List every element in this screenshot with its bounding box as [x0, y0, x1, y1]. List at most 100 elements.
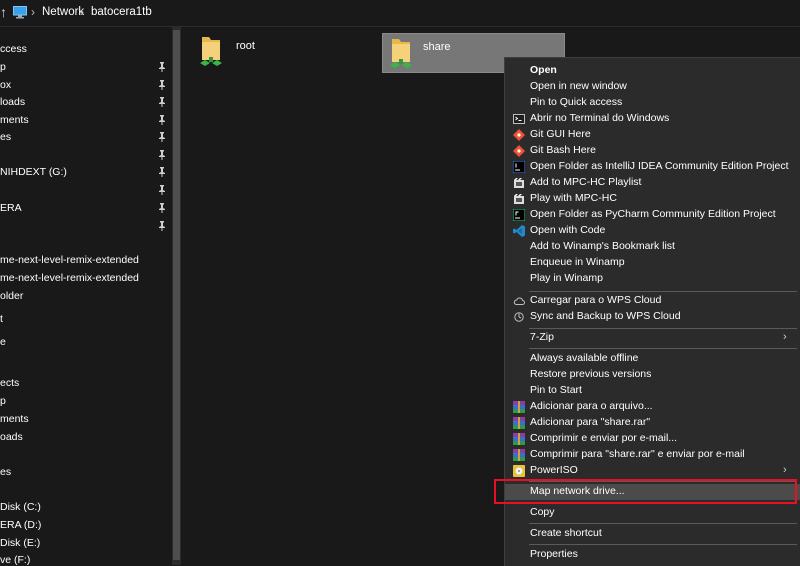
menu-item-copy[interactable]: Copy [505, 505, 800, 521]
mpc-hc-icon [514, 178, 524, 188]
pin-icon[interactable] [158, 62, 166, 72]
pin-icon[interactable] [158, 203, 166, 213]
menu-item-label: Enqueue in Winamp [530, 256, 625, 268]
nav-item-documents-2[interactable]: ments [0, 410, 29, 428]
nav-item-quick-access[interactable]: ccess [0, 40, 27, 58]
breadcrumb-network[interactable]: Network [42, 6, 84, 18]
git-icon [513, 145, 525, 157]
menu-item-rar-add[interactable]: Adicionar para o arquivo... [505, 399, 800, 415]
nav-item-folder[interactable]: older [0, 287, 23, 305]
menu-item-winamp-bookmark[interactable]: Add to Winamp's Bookmark list [505, 239, 800, 255]
menu-item-mpc-playlist[interactable]: Add to MPC-HC Playlist [505, 175, 800, 191]
menu-item-label: Add to MPC-HC Playlist [530, 176, 642, 188]
pin-icon[interactable] [158, 221, 166, 231]
chevron-right-icon[interactable]: › [80, 5, 84, 19]
menu-item-winamp-play[interactable]: Play in Winamp [505, 271, 800, 287]
nav-item-pictures-2[interactable]: es [0, 463, 11, 481]
nav-item-drive-f[interactable]: ve (F:) [0, 551, 30, 565]
annotation-highlight-box [494, 479, 797, 504]
nav-item-batocera[interactable]: ERA [0, 199, 22, 217]
menu-separator [529, 523, 797, 524]
poweriso-icon [513, 465, 525, 477]
menu-item-pin-start[interactable]: Pin to Start [505, 383, 800, 399]
nav-item-t[interactable]: t [0, 310, 3, 328]
menu-item-label: PowerISO [530, 464, 578, 476]
terminal-icon [513, 114, 525, 124]
menu-item-label: Git GUI Here [530, 128, 591, 140]
menu-item-label: Carregar para o WPS Cloud [530, 294, 662, 306]
network-folder-icon [390, 39, 412, 68]
menu-separator [529, 348, 797, 349]
menu-item-restore-versions[interactable]: Restore previous versions [505, 367, 800, 383]
winrar-icon [513, 401, 525, 413]
menu-item-poweriso[interactable]: PowerISO › [505, 463, 800, 479]
menu-item-rar-add-share[interactable]: Adicionar para "share.rar" [505, 415, 800, 431]
nav-item-documents[interactable]: ments [0, 111, 29, 129]
intellij-icon [513, 161, 525, 173]
menu-item-wps-upload[interactable]: Carregar para o WPS Cloud [505, 293, 800, 309]
nav-item-desktop-2[interactable]: p [0, 392, 6, 410]
menu-item-play-mpc[interactable]: Play with MPC-HC [505, 191, 800, 207]
menu-item-rar-email[interactable]: Comprimir e enviar por e-mail... [505, 431, 800, 447]
menu-item-open-with-code[interactable]: Open with Code [505, 223, 800, 239]
menu-item-winamp-enqueue[interactable]: Enqueue in Winamp [505, 255, 800, 271]
menu-item-terminal[interactable]: Abrir no Terminal do Windows [505, 111, 800, 127]
pin-icon[interactable] [158, 80, 166, 90]
menu-item-label: Comprimir e enviar por e-mail... [530, 432, 678, 444]
pin-icon[interactable] [158, 115, 166, 125]
menu-item-rar-share-email[interactable]: Comprimir para "share.rar" e enviar por … [505, 447, 800, 463]
menu-item-available-offline[interactable]: Always available offline [505, 351, 800, 367]
pin-icon[interactable] [158, 167, 166, 177]
menu-item-git-gui[interactable]: Git GUI Here [505, 127, 800, 143]
pin-icon[interactable] [158, 150, 166, 160]
menu-item-properties[interactable]: Properties [505, 547, 800, 563]
menu-item-label: Open in new window [530, 80, 627, 92]
folder-name: root [236, 40, 255, 52]
nav-item-dropbox[interactable]: ox [0, 76, 11, 94]
folder-tile-root[interactable]: root [196, 31, 346, 69]
menu-item-label: Add to Winamp's Bookmark list [530, 240, 675, 252]
nav-item-drive-g[interactable]: NIHDEXT (G:) [0, 163, 67, 181]
menu-item-wps-sync[interactable]: Sync and Backup to WPS Cloud [505, 309, 800, 325]
nav-item-3d-objects[interactable]: ects [0, 374, 19, 392]
nav-item-remix-1[interactable]: me-next-level-remix-extended [0, 251, 139, 269]
menu-item-label: Always available offline [530, 352, 639, 364]
folder-name: share [423, 41, 451, 53]
menu-separator [529, 328, 797, 329]
menu-item-git-bash[interactable]: Git Bash Here [505, 143, 800, 159]
pycharm-icon [513, 209, 525, 221]
breadcrumb-current[interactable]: batocera1tb [91, 6, 152, 18]
nav-item-downloads-2[interactable]: oads [0, 428, 23, 446]
menu-item-7zip[interactable]: 7-Zip › [505, 330, 800, 346]
menu-item-label: Open Folder as IntelliJ IDEA Community E… [530, 160, 789, 172]
nav-item-pictures[interactable]: es [0, 128, 11, 146]
menu-item-open[interactable]: Open [505, 63, 800, 79]
menu-item-label: Pin to Quick access [530, 96, 623, 108]
nav-item-drive-d[interactable]: ERA (D:) [0, 516, 41, 534]
menu-item-open-new-window[interactable]: Open in new window [505, 79, 800, 95]
menu-item-create-shortcut[interactable]: Create shortcut [505, 526, 800, 542]
menu-item-label: Properties [530, 548, 578, 560]
nav-item-downloads[interactable]: loads [0, 93, 25, 111]
nav-item-remix-2[interactable]: me-next-level-remix-extended [0, 269, 139, 287]
menu-item-label: Abrir no Terminal do Windows [530, 112, 670, 124]
menu-item-pycharm[interactable]: Open Folder as PyCharm Community Edition… [505, 207, 800, 223]
network-folder-icon [200, 37, 222, 66]
menu-item-label: 7-Zip [530, 331, 554, 343]
pin-icon[interactable] [158, 97, 166, 107]
menu-item-pin-quick-access[interactable]: Pin to Quick access [505, 95, 800, 111]
git-icon [513, 129, 525, 141]
chevron-right-icon: › [783, 464, 787, 476]
menu-separator [529, 291, 797, 292]
pin-icon[interactable] [158, 185, 166, 195]
back-arrow-icon[interactable]: ↑ [0, 4, 10, 20]
menu-item-intellij[interactable]: Open Folder as IntelliJ IDEA Community E… [505, 159, 800, 175]
chevron-right-icon[interactable]: › [31, 5, 35, 19]
pin-icon[interactable] [158, 132, 166, 142]
nav-item-drive-c[interactable]: Disk (C:) [0, 498, 41, 516]
menu-item-label: Pin to Start [530, 384, 582, 396]
sidebar-scrollbar-thumb[interactable] [173, 30, 180, 560]
nav-item-e[interactable]: e [0, 333, 6, 351]
nav-item-desktop[interactable]: p [0, 58, 6, 76]
nav-item-drive-e[interactable]: Disk (E:) [0, 534, 40, 552]
